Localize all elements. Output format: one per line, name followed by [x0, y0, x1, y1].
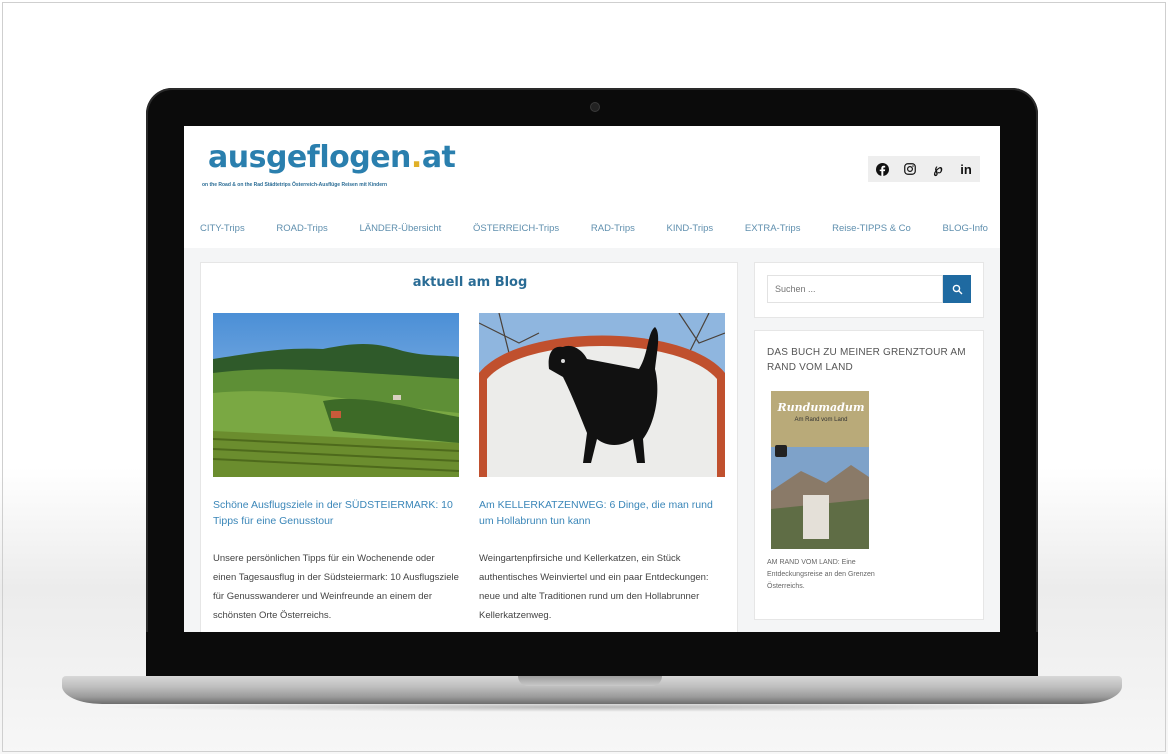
post-title-link[interactable]: Am KELLERKATZENWEG: 6 Dinge, die man run… [479, 497, 725, 529]
book-subtitle: Am Rand vom Land [794, 417, 848, 423]
post-card: Schöne Ausflugsziele in der SÜDSTEIERMAR… [213, 313, 459, 625]
search-icon [952, 284, 962, 294]
linkedin-icon[interactable]: in [952, 156, 980, 182]
nav-item-city-trips[interactable]: CITY-Trips [200, 223, 245, 234]
nav-item-rad-trips[interactable]: RAD-Trips [591, 223, 635, 234]
instagram-icon[interactable] [896, 156, 924, 182]
post-thumbnail-vineyard[interactable] [213, 313, 459, 477]
blog-section: aktuell am Blog Schöne Ausflugsziele in … [200, 262, 738, 632]
post-card: Am KELLERKATZENWEG: 6 Dinge, die man run… [479, 313, 725, 625]
book-cover-image[interactable]: Rundumadum Am Rand vom Land [771, 391, 869, 549]
book-caption: AM RAND VOM LAND: Eine Entdeckungsreise … [767, 559, 875, 590]
social-links: ℘ in [868, 156, 980, 182]
webcam-icon [590, 102, 600, 112]
site-header: ausgeflogen.at on the Road & on the Rad … [184, 126, 1000, 208]
search-button[interactable] [943, 275, 971, 303]
logo-dot: . [410, 140, 422, 175]
post-thumbnail-cat[interactable] [479, 313, 725, 477]
search-input[interactable] [767, 275, 943, 303]
book-widget-heading: DAS BUCH ZU MEINER GRENZTOUR AM RAND VOM… [767, 347, 966, 373]
facebook-icon[interactable] [868, 156, 896, 182]
nav-item-extra-trips[interactable]: EXTRA-Trips [745, 223, 801, 234]
post-excerpt: Unsere persönlichen Tipps für ein Wochen… [213, 553, 459, 621]
post-excerpt: Weingartenpfirsiche und Kellerkatzen, ei… [479, 553, 709, 621]
nav-item-reise-tipps[interactable]: Reise-TIPPS & Co [832, 223, 911, 234]
book-widget: DAS BUCH ZU MEINER GRENZTOUR AM RAND VOM… [754, 330, 984, 620]
nav-item-kind-trips[interactable]: KIND-Trips [667, 223, 714, 234]
search-widget [754, 262, 984, 318]
laptop-notch [518, 676, 662, 686]
book-title: Rundumadum [777, 401, 865, 414]
post-title-link[interactable]: Schöne Ausflugsziele in der SÜDSTEIERMAR… [213, 497, 459, 529]
section-title: aktuell am Blog [412, 275, 528, 290]
nav-item-oesterreich-trips[interactable]: ÖSTERREICH-Trips [473, 223, 559, 234]
nav-item-blog-info[interactable]: BLOG-Info [943, 223, 988, 234]
nav-item-laender-uebersicht[interactable]: LÄNDER-Übersicht [359, 223, 441, 234]
pinterest-icon[interactable]: ℘ [924, 156, 952, 182]
laptop-bezel-bottom [146, 632, 1038, 678]
main-navigation: CITY-Trips ROAD-Trips LÄNDER-Übersicht Ö… [184, 208, 1000, 248]
nav-item-road-trips[interactable]: ROAD-Trips [276, 223, 327, 234]
site-logo[interactable]: ausgeflogen.at [208, 140, 456, 175]
site-tagline: on the Road & on the Rad Städtetrips Öst… [202, 182, 388, 188]
logo-main: ausgeflogen [208, 140, 411, 175]
laptop-screen: ausgeflogen.at on the Road & on the Rad … [184, 126, 1000, 632]
logo-tld: at [421, 140, 456, 175]
